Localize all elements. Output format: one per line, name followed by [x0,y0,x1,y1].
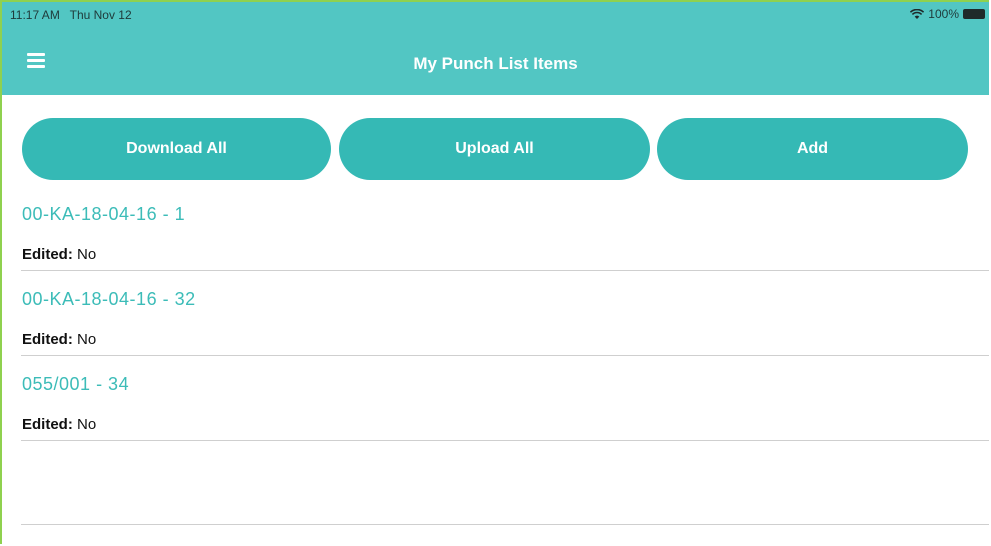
status-time: 11:17 AM [10,8,60,22]
list-item[interactable]: 00-KA-18-04-16 - 32 Edited: No [22,285,988,355]
edited-value: No [77,331,97,348]
edited-value: No [77,416,97,433]
upload-all-button[interactable]: Upload All [339,118,650,180]
list-divider [21,270,989,271]
edited-label: Edited: [22,246,73,263]
status-bar: 11:17 AM Thu Nov 12 100% [2,2,989,24]
add-button[interactable]: Add [657,118,968,180]
edited-value: No [77,246,97,263]
list-divider [21,440,989,441]
edited-label: Edited: [22,331,73,348]
battery-percent: 100% [928,7,959,21]
item-title[interactable]: 00-KA-18-04-16 - 1 [22,204,185,225]
status-time-date: 11:17 AM Thu Nov 12 [10,8,132,22]
status-right: 100% [910,7,985,21]
download-all-button[interactable]: Download All [22,118,331,180]
page-title: My Punch List Items [413,54,578,73]
item-title[interactable]: 055/001 - 34 [22,374,129,395]
list-item[interactable]: 00-KA-18-04-16 - 1 Edited: No [22,200,988,270]
battery-icon [963,9,985,19]
edited-label: Edited: [22,416,73,433]
list-divider [21,524,989,525]
item-title[interactable]: 00-KA-18-04-16 - 32 [22,289,196,310]
list-divider [21,355,989,356]
wifi-icon [910,8,925,20]
item-edited: Edited: No [22,416,96,433]
item-edited: Edited: No [22,246,96,263]
list-item[interactable]: 055/001 - 34 Edited: No [22,370,988,440]
item-edited: Edited: No [22,331,96,348]
header-bar: 11:17 AM Thu Nov 12 100% My Punch List I… [2,2,989,95]
status-date: Thu Nov 12 [69,8,132,22]
app-frame: 11:17 AM Thu Nov 12 100% My Punch List I… [0,0,989,544]
